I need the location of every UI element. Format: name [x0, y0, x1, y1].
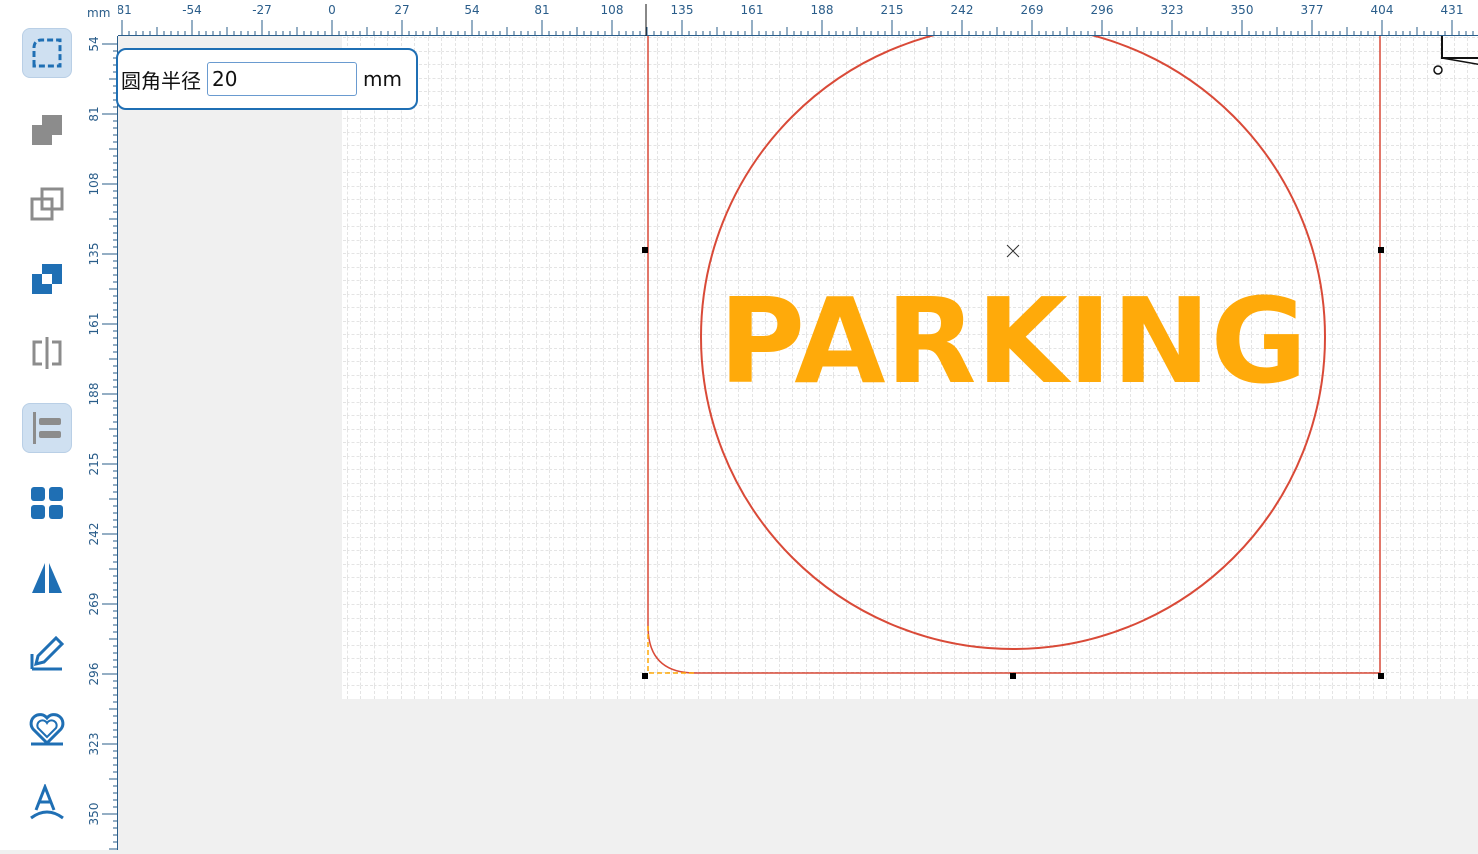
ruler-tick-label: 350 [87, 803, 101, 826]
grid-layout-button[interactable] [22, 478, 72, 528]
grid-icon [31, 487, 63, 519]
split-button[interactable] [22, 328, 72, 378]
corner-radius-panel: 圆角半径 mm [116, 48, 418, 110]
vertical-ruler: 54 81 108 135 161 188 215 242 269 296 323 350 [84, 36, 118, 850]
ruler-tick-label: 269 [1021, 3, 1044, 17]
pen-icon [30, 635, 65, 671]
ruler-tick-label: 377 [1301, 3, 1324, 17]
ruler-tick-label: 135 [671, 3, 694, 17]
selection-handle [1378, 673, 1384, 679]
outline-heart-icon [29, 713, 65, 746]
anchor-point [1433, 65, 1443, 75]
subtract-icon [30, 187, 64, 221]
horizontal-ruler: -81 -54 -27 0 27 54 81 108 135 161 188 215 242 269 296… [84, 0, 1478, 36]
ruler-tick-label: 242 [951, 3, 974, 17]
text-path-icon [30, 784, 64, 820]
parking-text: PARKING [719, 272, 1308, 410]
ruler-tick-label: 296 [87, 663, 101, 686]
corner-radius-unit: mm [363, 67, 402, 91]
intersect-icon [32, 264, 62, 294]
ruler-tick-label: 188 [811, 3, 834, 17]
mirror-icon [32, 563, 62, 593]
ruler-tick-label: 108 [601, 3, 624, 17]
outline-button[interactable] [22, 703, 72, 753]
union-icon [32, 115, 62, 145]
ruler-tick-label: 81 [534, 3, 549, 17]
ruler-tick-label: 215 [881, 3, 904, 17]
ruler-tick-label: 269 [87, 593, 101, 616]
ruler-tick-label: 161 [87, 313, 101, 336]
ruler-unit-label: mm [84, 0, 118, 36]
ruler-tick-label: 215 [87, 453, 101, 476]
selection-handle [1010, 673, 1016, 679]
align-button[interactable] [22, 403, 72, 453]
subtract-button[interactable] [22, 178, 72, 228]
ruler-tick-label: 108 [87, 173, 101, 196]
selection-handle [642, 673, 648, 679]
union-button[interactable] [22, 103, 72, 153]
drawing-canvas[interactable]: PARKING [118, 36, 1478, 850]
selection-handle [642, 247, 648, 253]
selection-handle [1378, 247, 1384, 253]
ruler-tick-label: 350 [1231, 3, 1254, 17]
corner-radius-input[interactable] [207, 62, 357, 96]
align-left-icon [33, 412, 61, 444]
split-icon [32, 337, 62, 369]
tool-sidebar [0, 0, 84, 850]
ruler-tick-label: 431 [1441, 3, 1464, 17]
ruler-tick-label: 188 [87, 383, 101, 406]
ruler-tick-label: 296 [1091, 3, 1114, 17]
mirror-button[interactable] [22, 553, 72, 603]
ruler-tick-label: 0 [328, 3, 336, 17]
pen-edit-button[interactable] [22, 628, 72, 678]
rounded-corner-button[interactable] [22, 28, 72, 78]
ruler-tick-label: -27 [252, 3, 272, 17]
ruler-tick-label: 242 [87, 523, 101, 546]
ruler-tick-label: 81 [87, 106, 101, 121]
ruler-tick-label: 323 [1161, 3, 1184, 17]
ruler-tick-label: 135 [87, 243, 101, 266]
corner-radius-label: 圆角半径 [121, 68, 201, 93]
ruler-tick-label: 323 [87, 733, 101, 756]
ruler-tick-label: 161 [741, 3, 764, 17]
ruler-tick-label: 54 [464, 3, 479, 17]
ruler-tick-label: 27 [394, 3, 409, 17]
intersect-button[interactable] [22, 253, 72, 303]
rounded-corner-icon [32, 38, 62, 68]
ruler-tick-label: 404 [1371, 3, 1394, 17]
text-path-button[interactable] [22, 778, 72, 828]
ruler-tick-label: -54 [182, 3, 202, 17]
ruler-tick-label: 54 [87, 36, 101, 51]
